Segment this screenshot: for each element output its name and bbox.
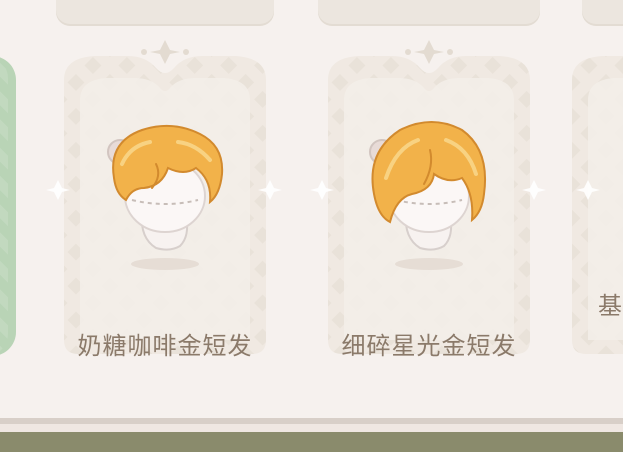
item-name-label: 细碎星光金短发 [341,332,517,360]
side-card-left-partial[interactable]: ✦ [0,56,16,356]
item-name-label: 基 [598,292,623,320]
item-grid: ✦ [0,0,623,430]
item-name-label: 奶糖咖啡金短发 [77,332,253,360]
panel-bottom-border [0,418,623,452]
outfit-card-2[interactable]: 细碎星光金短发 [306,40,552,360]
outfit-card-1[interactable]: 奶糖咖啡金短发 [42,40,288,360]
bob-hair-icon [369,121,486,270]
outfit-card-3-partial[interactable]: 基 [572,40,623,358]
short-hair-icon [107,124,224,270]
